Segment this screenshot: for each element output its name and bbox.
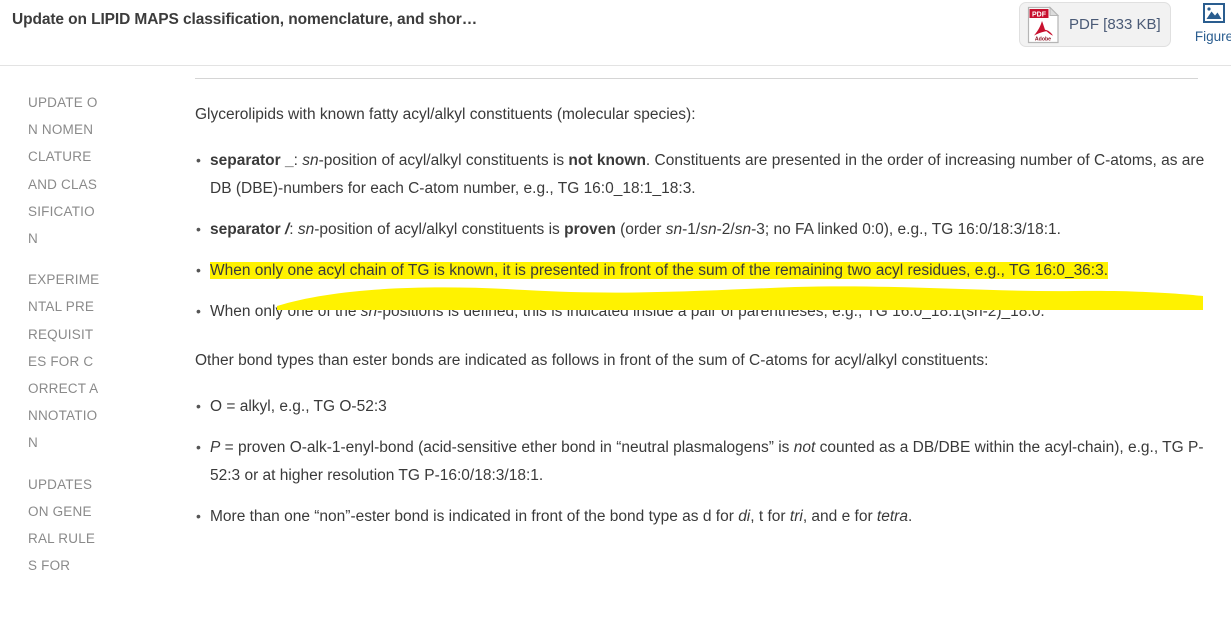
list-item: When only one of the sn-positions is def…	[195, 297, 1215, 326]
intro-paragraph: Glycerolipids with known fatty acyl/alky…	[195, 106, 696, 123]
sidebar-items: UPDATE ON NOMENCLATURE AND CLASSIFICATIO…	[0, 67, 131, 579]
pdf-download-label: PDF [833 KB]	[1069, 16, 1161, 33]
page-header: Update on LIPID MAPS classification, nom…	[0, 0, 1231, 66]
bullet-separator-underscore-text: separator _: sn-position of acyl/alkyl c…	[210, 152, 1205, 197]
bullet-list-bond-types: O = alkyl, e.g., TG O-52:3 P = proven O-…	[195, 392, 1215, 531]
bullet-o-alkyl-text: O = alkyl, e.g., TG O-52:3	[210, 398, 387, 415]
svg-text:Adobe: Adobe	[1035, 36, 1051, 42]
sidebar-nav: UPDATE ON NOMENCLATURE AND CLASSIFICATIO…	[0, 67, 131, 631]
content-divider	[195, 78, 1198, 79]
sidebar-scrollbar-track[interactable]	[120, 67, 131, 631]
bullet-more-than-one-non-ester-text: More than one “non”-ester bond is indica…	[210, 508, 913, 525]
sidebar-item-experimental-prerequisites[interactable]: EXPERIMENTAL PREREQUISITES FOR CORRECT A…	[28, 266, 100, 456]
pdf-adobe-icon: PDF Adobe	[1027, 5, 1060, 44]
bullet-list-molecular-species: separator _: sn-position of acyl/alkyl c…	[195, 146, 1215, 326]
svg-text:PDF: PDF	[1032, 11, 1047, 18]
list-item: O = alkyl, e.g., TG O-52:3	[195, 392, 1215, 421]
list-item: separator /: sn-position of acyl/alkyl c…	[195, 215, 1215, 244]
list-item: separator _: sn-position of acyl/alkyl c…	[195, 146, 1215, 203]
page-title: Update on LIPID MAPS classification, nom…	[12, 11, 478, 28]
bullet-separator-slash-text: separator /: sn-position of acyl/alkyl c…	[210, 221, 1061, 238]
list-item-highlighted: When only one acyl chain of TG is known,…	[195, 256, 1215, 285]
bullet-one-sn-position-defined-text: When only one of the sn-positions is def…	[210, 303, 1045, 320]
list-item: P = proven O-alk-1-enyl-bond (acid-sensi…	[195, 433, 1215, 490]
bullet-one-acyl-chain-known-text: When only one acyl chain of TG is known,…	[210, 262, 1109, 279]
image-icon	[1203, 3, 1225, 23]
article-content: Glycerolipids with known fatty acyl/alky…	[131, 67, 1231, 631]
second-paragraph: Other bond types than ester bonds are in…	[195, 352, 989, 369]
bullet-p-proven-text: P = proven O-alk-1-enyl-bond (acid-sensi…	[210, 439, 1204, 484]
figure-link-label: Figure	[1194, 29, 1231, 44]
list-item: More than one “non”-ester bond is indica…	[195, 502, 1215, 531]
sidebar-item-updates-on-general-rules[interactable]: UPDATES ON GENERAL RULES FOR	[28, 471, 100, 580]
article-body: Glycerolipids with known fatty acyl/alky…	[195, 101, 1215, 544]
figure-link[interactable]: Figure	[1194, 0, 1231, 44]
pdf-download-button[interactable]: PDF Adobe PDF [833 KB]	[1019, 2, 1171, 47]
sidebar-item-update-on-nomenclature[interactable]: UPDATE ON NOMENCLATURE AND CLASSIFICATIO…	[28, 89, 100, 252]
